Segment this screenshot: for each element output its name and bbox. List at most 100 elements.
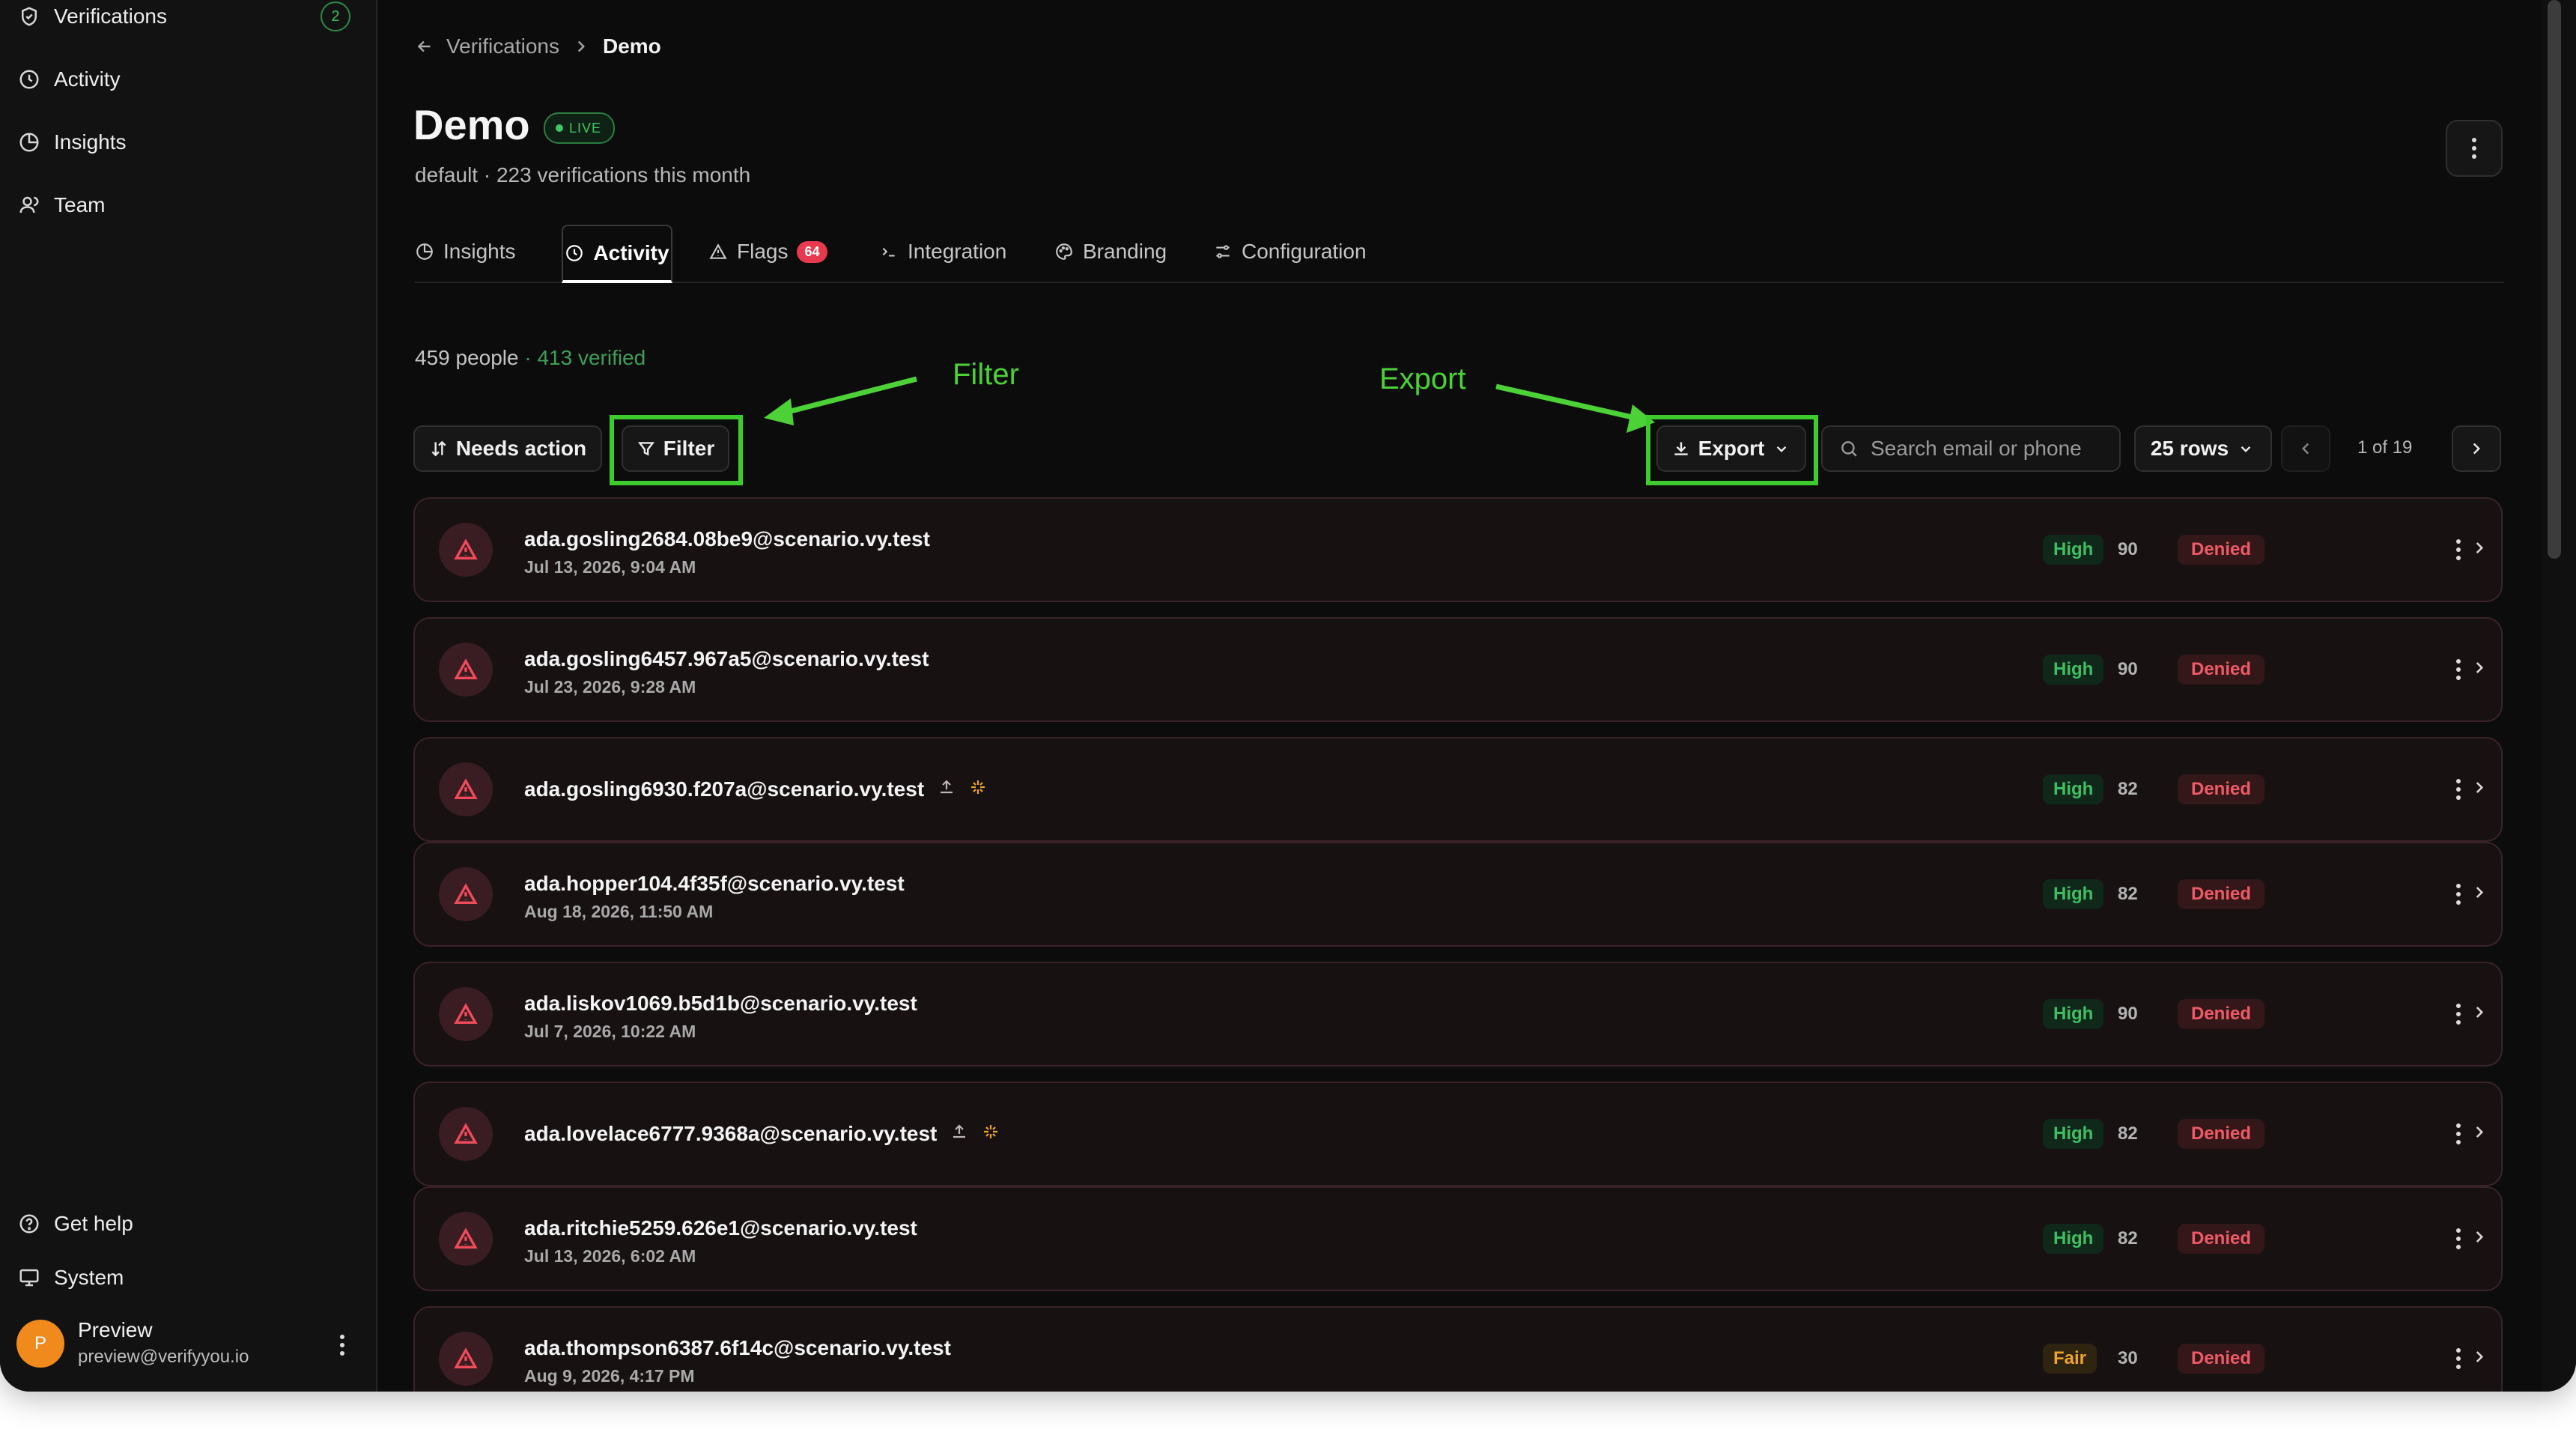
row-menu-button[interactable] <box>2447 655 2470 685</box>
breadcrumb-parent[interactable]: Verifications <box>446 34 559 58</box>
search-input[interactable] <box>1869 436 2112 461</box>
row-status-icon <box>439 1107 493 1161</box>
sparkle-icon <box>982 1122 1000 1146</box>
row-date: Jul 23, 2026, 9:28 AM <box>524 677 696 697</box>
risk-score: 90 <box>2118 1004 2138 1024</box>
row-open[interactable] <box>2470 778 2489 801</box>
list-item[interactable]: ada.ritchie5259.626e1@scenario.vy.test J… <box>413 1186 2503 1291</box>
row-email: ada.gosling6457.967a5@scenario.vy.test <box>524 647 929 671</box>
list-item[interactable]: ada.gosling6930.f207a@scenario.vy.test H… <box>413 737 2503 842</box>
row-email: ada.hopper104.4f35f@scenario.vy.test <box>524 872 905 896</box>
row-menu-button[interactable] <box>2447 774 2470 804</box>
sidebar-item-activity[interactable]: Activity <box>18 55 355 103</box>
scrollbar-thumb[interactable] <box>2548 0 2561 559</box>
list-item[interactable]: ada.gosling2684.08be9@scenario.vy.test J… <box>413 497 2503 602</box>
sidebar-item-label: Verifications <box>54 4 167 28</box>
tab-label: Insights <box>443 240 516 263</box>
next-page-button[interactable] <box>2452 425 2501 472</box>
list-item[interactable]: ada.liskov1069.b5d1b@scenario.vy.test Ju… <box>413 962 2503 1067</box>
row-date: Aug 9, 2026, 4:17 PM <box>524 1366 695 1386</box>
user-card[interactable]: P Preview preview@verifyyou.io <box>16 1315 353 1375</box>
row-menu-button[interactable] <box>2447 1224 2470 1254</box>
row-status-icon <box>439 523 493 577</box>
page-title: Demo <box>413 101 530 148</box>
row-menu-button[interactable] <box>2447 879 2470 909</box>
risk-badge: High <box>2043 1224 2104 1254</box>
user-name: Preview <box>78 1318 153 1341</box>
row-open[interactable] <box>2470 658 2489 682</box>
list-item[interactable]: ada.thompson6387.6f14c@scenario.vy.test … <box>413 1306 2503 1392</box>
row-open[interactable] <box>2470 1003 2489 1026</box>
row-open[interactable] <box>2470 1228 2489 1251</box>
row-status-icon <box>439 1332 493 1386</box>
search-icon <box>1841 441 1857 457</box>
tab-flags[interactable]: Flags 64 <box>708 225 827 279</box>
more-options-button[interactable] <box>2446 120 2503 177</box>
sidebar-item-label: Insights <box>54 130 127 154</box>
row-menu-button[interactable] <box>2447 999 2470 1029</box>
search-field[interactable] <box>1821 425 2121 472</box>
row-email: ada.gosling6930.f207a@scenario.vy.test <box>524 777 987 801</box>
row-open[interactable] <box>2470 883 2489 906</box>
row-open[interactable] <box>2470 1123 2489 1146</box>
row-email-text: ada.gosling6930.f207a@scenario.vy.test <box>524 777 925 801</box>
row-email: ada.thompson6387.6f14c@scenario.vy.test <box>524 1336 951 1360</box>
breadcrumb-current: Demo <box>602 34 661 58</box>
chevron-right-icon <box>2476 1231 2484 1243</box>
sidebar-item-label: System <box>54 1266 124 1289</box>
filter-highlight-box <box>610 415 743 485</box>
chevron-right-icon <box>2476 1007 2484 1018</box>
tab-label: Branding <box>1083 240 1167 263</box>
list-item[interactable]: ada.gosling6457.967a5@scenario.vy.test J… <box>413 617 2503 722</box>
tab-integration[interactable]: Integration <box>879 225 1006 279</box>
sidebar-item-get-help[interactable]: Get help <box>18 1200 355 1248</box>
row-status-icon <box>439 762 493 816</box>
row-email-text: ada.hopper104.4f35f@scenario.vy.test <box>524 872 905 895</box>
pie-chart-icon <box>416 243 433 260</box>
sidebar-item-insights[interactable]: Insights <box>18 118 355 166</box>
sidebar-item-system[interactable]: System <box>18 1254 355 1302</box>
app-window: Verifications 2 Activity Insights Team G… <box>0 0 2576 1392</box>
row-open[interactable] <box>2470 1347 2489 1371</box>
row-menu-button[interactable] <box>2447 1344 2470 1374</box>
sort-button-label: Needs action <box>455 437 587 460</box>
row-email: ada.ritchie5259.626e1@scenario.vy.test <box>524 1216 917 1240</box>
sidebar-item-verifications[interactable]: Verifications 2 <box>18 0 355 40</box>
tab-activity[interactable]: Activity <box>562 225 672 283</box>
user-menu-button[interactable] <box>331 1330 353 1360</box>
status-badge: Denied <box>2178 1119 2265 1149</box>
live-dot-icon <box>556 124 563 132</box>
terminal-icon <box>882 247 895 257</box>
sort-needs-action-button[interactable]: Needs action <box>413 425 602 472</box>
rows-per-page-select[interactable]: 25 rows <box>2134 425 2272 472</box>
chevron-right-icon <box>2476 1351 2484 1362</box>
row-menu-button[interactable] <box>2447 535 2470 565</box>
tab-insights[interactable]: Insights <box>415 225 516 279</box>
row-open[interactable] <box>2470 539 2489 562</box>
risk-score: 90 <box>2118 659 2138 679</box>
row-menu-button[interactable] <box>2447 1119 2470 1149</box>
shield-check-icon <box>22 7 37 26</box>
chevron-right-icon <box>2476 782 2484 793</box>
sidebar-item-label: Team <box>54 193 106 216</box>
verified-count: 413 verified <box>537 346 646 369</box>
user-email: preview@verifyyou.io <box>78 1347 249 1367</box>
export-highlight-box <box>1646 415 1818 485</box>
sidebar-item-label: Activity <box>54 67 121 91</box>
row-email: ada.gosling2684.08be9@scenario.vy.test <box>524 527 930 551</box>
previous-page-button[interactable] <box>2281 425 2330 472</box>
warning-triangle-icon <box>709 243 727 259</box>
sliders-icon <box>1216 245 1230 258</box>
arrow-left-icon[interactable] <box>415 37 434 56</box>
risk-score: 82 <box>2118 1228 2138 1249</box>
tab-configuration[interactable]: Configuration <box>1213 225 1367 279</box>
list-item[interactable]: ada.hopper104.4f35f@scenario.vy.test Aug… <box>413 842 2503 947</box>
warning-triangle-icon <box>454 658 478 680</box>
list-item[interactable]: ada.lovelace6777.9368a@scenario.vy.test … <box>413 1081 2503 1186</box>
row-email-text: ada.liskov1069.b5d1b@scenario.vy.test <box>524 992 917 1015</box>
tab-label: Flags <box>737 240 789 263</box>
filter-arrow-icon <box>764 376 917 425</box>
sidebar-item-team[interactable]: Team <box>18 181 355 229</box>
row-email-text: ada.gosling2684.08be9@scenario.vy.test <box>524 527 930 550</box>
tab-branding[interactable]: Branding <box>1054 225 1167 279</box>
